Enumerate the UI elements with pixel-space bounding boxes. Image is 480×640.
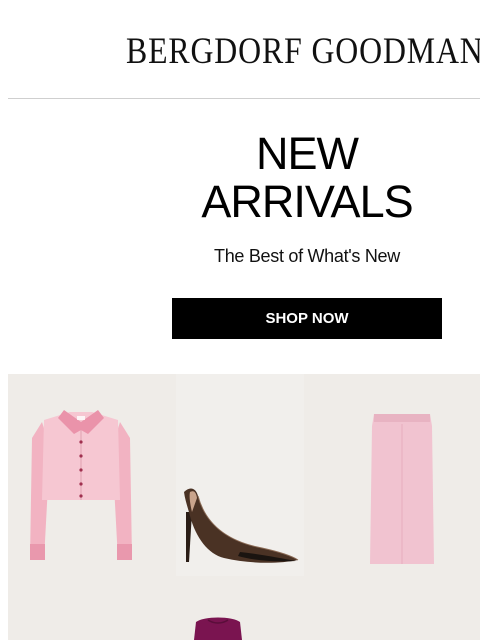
product-skirt[interactable] [368,414,436,566]
product-blouse[interactable] [28,408,134,568]
shop-now-button[interactable]: SHOP NOW [172,298,442,339]
hero-subtitle: The Best of What's New [214,246,400,266]
product-pump[interactable] [180,482,302,566]
brand-logo[interactable]: BERGDORF GOODMAN [126,30,480,73]
pink-cropped-blouse-icon [30,410,132,560]
magenta-knit-top-icon [194,617,242,640]
pink-pencil-skirt-icon [370,414,434,564]
hero-title-line1: NEW [256,128,359,179]
product-showcase[interactable] [8,374,480,640]
hero-title-line2: ARRIVALS [201,176,413,227]
dark-leather-pump-icon [184,488,299,563]
site-header: BERGDORF GOODMAN [0,0,480,98]
header-divider [8,98,480,99]
product-knit-top[interactable] [188,614,248,640]
